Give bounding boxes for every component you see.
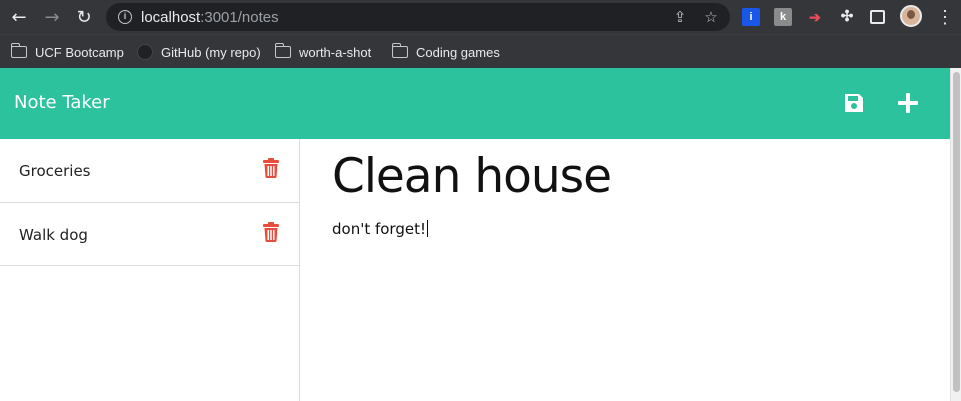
trash-icon[interactable] xyxy=(262,221,280,242)
save-icon[interactable] xyxy=(841,90,867,116)
folder-icon xyxy=(274,43,291,58)
note-taker-app: Note Taker Groceries Walk dog Clean hous… xyxy=(0,68,950,401)
bookmark-ucf-bootcamp[interactable]: UCF Bootcamp xyxy=(10,42,124,62)
notes-list: Groceries Walk dog xyxy=(0,139,300,401)
bookmark-github[interactable]: GitHub (my repo) xyxy=(137,42,261,62)
extensions-puzzle-icon[interactable]: ✣ xyxy=(838,8,856,26)
bookmark-worth-a-shot[interactable]: worth-a-shot xyxy=(274,42,371,62)
scrollbar-thumb[interactable] xyxy=(953,72,960,392)
text-caret xyxy=(426,220,428,237)
app-navbar: Note Taker xyxy=(0,68,950,139)
profile-avatar[interactable] xyxy=(900,5,922,27)
note-text-area[interactable]: don't forget! xyxy=(332,220,428,238)
extension-k-icon[interactable]: k xyxy=(774,8,792,26)
reload-icon[interactable]: ↻ xyxy=(72,5,96,29)
site-info-icon[interactable]: i xyxy=(118,10,132,24)
extension-info-icon[interactable]: i xyxy=(742,8,760,26)
note-list-item[interactable]: Walk dog xyxy=(0,203,299,266)
share-icon[interactable]: ⇪ xyxy=(671,8,689,26)
github-icon xyxy=(137,44,153,60)
extension-arrow-icon[interactable]: ➔ xyxy=(806,8,824,26)
url-text: localhost:3001/notes xyxy=(141,9,279,26)
browser-menu-icon[interactable]: ⋮ xyxy=(936,5,954,29)
page-scrollbar[interactable] xyxy=(950,68,961,401)
browser-toolbar: ← → ↻ i localhost:3001/notes ⇪ ☆ i k ➔ ✣… xyxy=(0,0,961,34)
back-icon[interactable]: ← xyxy=(7,5,31,29)
note-title[interactable]: Walk dog xyxy=(19,226,88,244)
side-panel-icon[interactable] xyxy=(870,10,885,24)
add-note-icon[interactable] xyxy=(895,90,921,116)
app-brand[interactable]: Note Taker xyxy=(14,92,110,113)
note-title[interactable]: Groceries xyxy=(19,162,91,180)
folder-icon xyxy=(391,43,408,58)
folder-icon xyxy=(10,43,27,58)
note-list-item[interactable]: Groceries xyxy=(0,139,299,203)
bookmarks-bar: UCF Bootcamp GitHub (my repo) worth-a-sh… xyxy=(0,34,961,68)
forward-icon[interactable]: → xyxy=(40,5,64,29)
bookmark-coding-games[interactable]: Coding games xyxy=(391,42,500,62)
address-bar[interactable]: i localhost:3001/notes ⇪ ☆ xyxy=(106,3,730,31)
bookmark-star-icon[interactable]: ☆ xyxy=(702,8,720,26)
note-editor: Clean house don't forget! xyxy=(300,139,950,401)
note-title-input[interactable]: Clean house xyxy=(332,149,612,204)
trash-icon[interactable] xyxy=(262,158,280,178)
